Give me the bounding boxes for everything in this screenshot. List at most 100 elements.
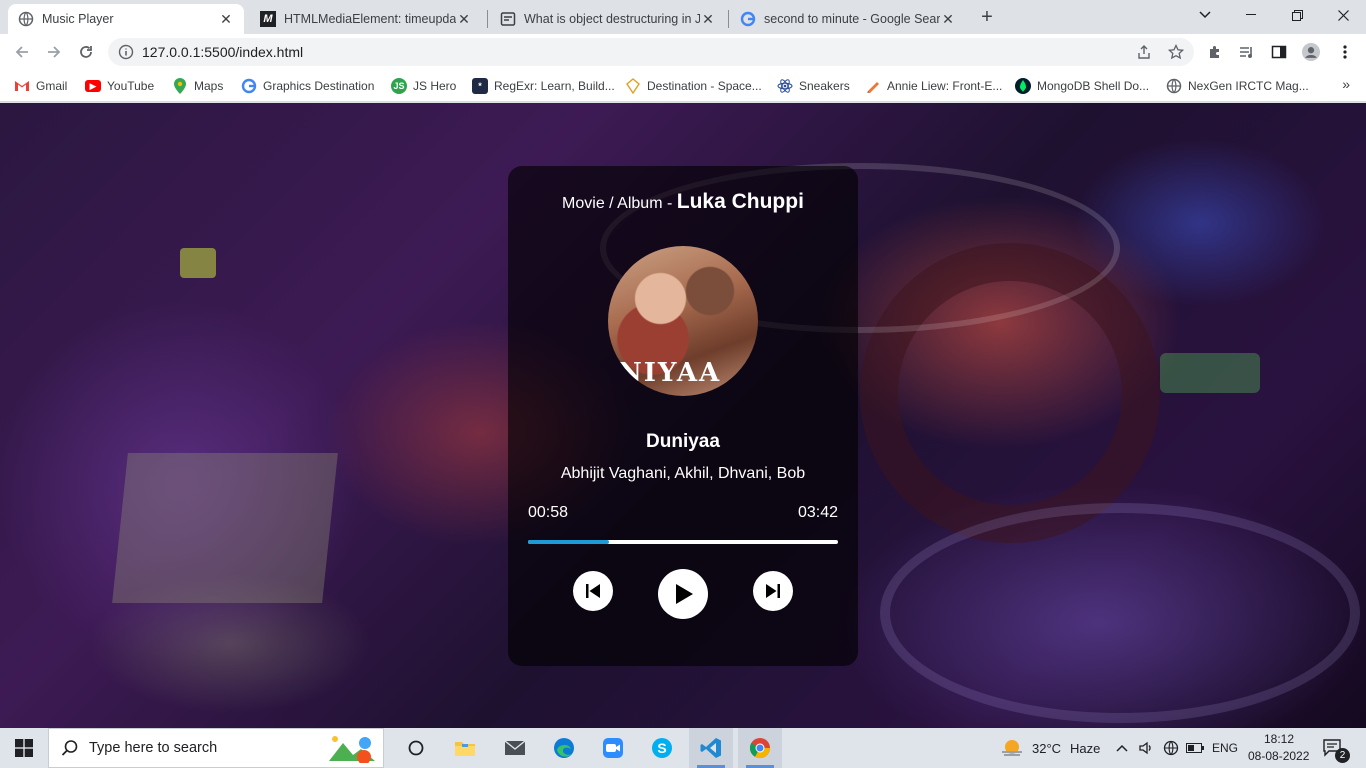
bookmark-maps[interactable]: Maps — [172, 76, 223, 96]
kebab-menu-icon — [1343, 45, 1347, 59]
close-icon[interactable]: ✕ — [700, 11, 716, 28]
tab-title: What is object destructuring in Ja — [524, 12, 700, 26]
more-bookmarks-button[interactable]: » — [1342, 76, 1350, 92]
album-cover: NIYAA — [608, 246, 758, 396]
tab-music-player[interactable]: Music Player ✕ — [8, 4, 244, 34]
deck-light-shape — [1160, 353, 1260, 393]
share-icon — [1138, 45, 1150, 59]
close-icon[interactable]: ✕ — [218, 11, 234, 28]
close-icon[interactable]: ✕ — [456, 11, 472, 28]
extensions-button[interactable] — [1206, 43, 1224, 61]
progress-fill — [528, 540, 609, 544]
start-button[interactable] — [0, 728, 48, 768]
windows-taskbar: Type here to search S 32°C Haze ENG 18:1… — [0, 728, 1366, 768]
bookmark-destination-space[interactable]: Destination - Space... — [625, 76, 762, 96]
network-button[interactable] — [1160, 728, 1182, 768]
forward-button[interactable] — [42, 40, 66, 64]
restore-button[interactable] — [1274, 0, 1320, 30]
google-icon — [740, 11, 756, 27]
taskbar-skype[interactable]: S — [640, 728, 684, 768]
search-icon — [61, 740, 78, 756]
tab-title: HTMLMediaElement: timeupdate — [284, 12, 456, 26]
chrome-icon — [749, 738, 771, 759]
bookmark-label: Annie Liew: Front-E... — [887, 79, 1003, 93]
browser-toolbar: 127.0.0.1:5500/index.html — [0, 34, 1366, 70]
minimize-button[interactable] — [1228, 0, 1274, 30]
regexr-icon: * — [472, 78, 488, 94]
globe-icon — [18, 11, 34, 27]
profile-button[interactable] — [1302, 43, 1320, 61]
volume-button[interactable] — [1136, 728, 1156, 768]
bookmark-youtube[interactable]: ▶ YouTube — [85, 76, 154, 96]
vscode-icon — [700, 738, 721, 758]
tab-html-media-element[interactable]: M HTMLMediaElement: timeupdate ✕ — [250, 4, 482, 34]
taskbar-mail[interactable] — [493, 728, 537, 768]
clock-time[interactable]: 18:12 — [1264, 732, 1294, 746]
skip-previous-icon — [586, 584, 600, 598]
skype-icon: S — [652, 738, 672, 758]
cortana-icon — [408, 740, 424, 756]
back-button[interactable] — [10, 40, 34, 64]
bookmark-star-icon — [1168, 44, 1184, 60]
bookmark-mongodb-shell[interactable]: MongoDB Shell Do... — [1015, 76, 1149, 96]
mail-icon — [504, 740, 526, 755]
cover-text: NIYAA — [618, 358, 722, 388]
puzzle-icon — [1210, 46, 1219, 58]
window-close-button[interactable] — [1320, 0, 1366, 30]
bookmark-label: RegExr: Learn, Build... — [494, 79, 615, 93]
bookmark-js-hero[interactable]: JS JS Hero — [391, 76, 456, 96]
reload-icon — [80, 46, 92, 58]
tab-object-destructuring[interactable]: What is object destructuring in Ja ✕ — [490, 4, 726, 34]
notification-center-button[interactable]: 2 — [1318, 728, 1350, 768]
address-bar[interactable]: 127.0.0.1:5500/index.html — [108, 38, 1194, 66]
battery-button[interactable] — [1184, 728, 1206, 768]
bookmark-annie-liew[interactable]: Annie Liew: Front-E... — [865, 76, 1002, 96]
new-tab-button[interactable]: + — [976, 6, 998, 28]
search-placeholder: Type here to search — [89, 740, 218, 756]
bookmark-gmail[interactable]: Gmail — [14, 76, 67, 96]
bookmark-sneakers[interactable]: Sneakers — [777, 76, 850, 96]
progress-bar[interactable] — [528, 540, 838, 544]
bookmark-graphics-destination[interactable]: Graphics Destination — [241, 76, 374, 96]
mdn-icon: M — [260, 11, 276, 27]
taskbar-file-explorer[interactable] — [443, 728, 487, 768]
tab-google-search[interactable]: second to minute - Google Searc ✕ — [730, 4, 966, 34]
side-panel-button[interactable] — [1270, 43, 1288, 61]
task-view-button[interactable] — [394, 728, 438, 768]
avatar-icon — [1302, 43, 1320, 61]
taskbar-edge[interactable] — [542, 728, 586, 768]
taskbar-zoom[interactable] — [591, 728, 635, 768]
next-button[interactable] — [753, 571, 793, 611]
bookmark-nexgen-irctc[interactable]: NexGen IRCTC Mag... — [1166, 76, 1309, 96]
chevron-up-icon — [1116, 744, 1128, 752]
music-player-card: Movie / Album - Luka Chuppi NIYAA Duniya… — [508, 166, 858, 666]
media-control-button[interactable] — [1238, 43, 1256, 61]
album-name: Luka Chuppi — [676, 190, 804, 213]
reload-button[interactable] — [74, 40, 98, 64]
bookmark-label: MongoDB Shell Do... — [1037, 79, 1150, 93]
close-icon — [1337, 9, 1349, 21]
input-language[interactable]: ENG — [1212, 741, 1238, 755]
taskbar-chrome[interactable] — [738, 728, 782, 768]
info-icon — [118, 44, 134, 60]
tab-search-button[interactable] — [1182, 0, 1228, 30]
arrow-left-icon — [15, 46, 28, 58]
notification-count-badge: 2 — [1335, 748, 1350, 763]
bookmark-label: YouTube — [107, 79, 155, 93]
weather-widget[interactable] — [998, 728, 1026, 768]
taskbar-vscode[interactable] — [689, 728, 733, 768]
skip-next-icon — [766, 584, 780, 598]
taskbar-search[interactable]: Type here to search — [48, 728, 384, 768]
play-button[interactable] — [658, 569, 708, 619]
previous-button[interactable] — [573, 571, 613, 611]
close-icon[interactable]: ✕ — [940, 11, 956, 28]
deck-button-shape — [180, 248, 216, 278]
menu-button[interactable] — [1336, 43, 1354, 61]
show-hidden-icons-button[interactable] — [1114, 728, 1130, 768]
playlist-icon — [1240, 47, 1252, 58]
globe-icon — [1166, 78, 1182, 94]
clock-date[interactable]: 08-08-2022 — [1248, 749, 1309, 763]
maps-icon — [172, 78, 188, 94]
bookmark-label: NexGen IRCTC Mag... — [1188, 79, 1309, 93]
bookmark-regexr[interactable]: * RegExr: Learn, Build... — [472, 76, 615, 96]
